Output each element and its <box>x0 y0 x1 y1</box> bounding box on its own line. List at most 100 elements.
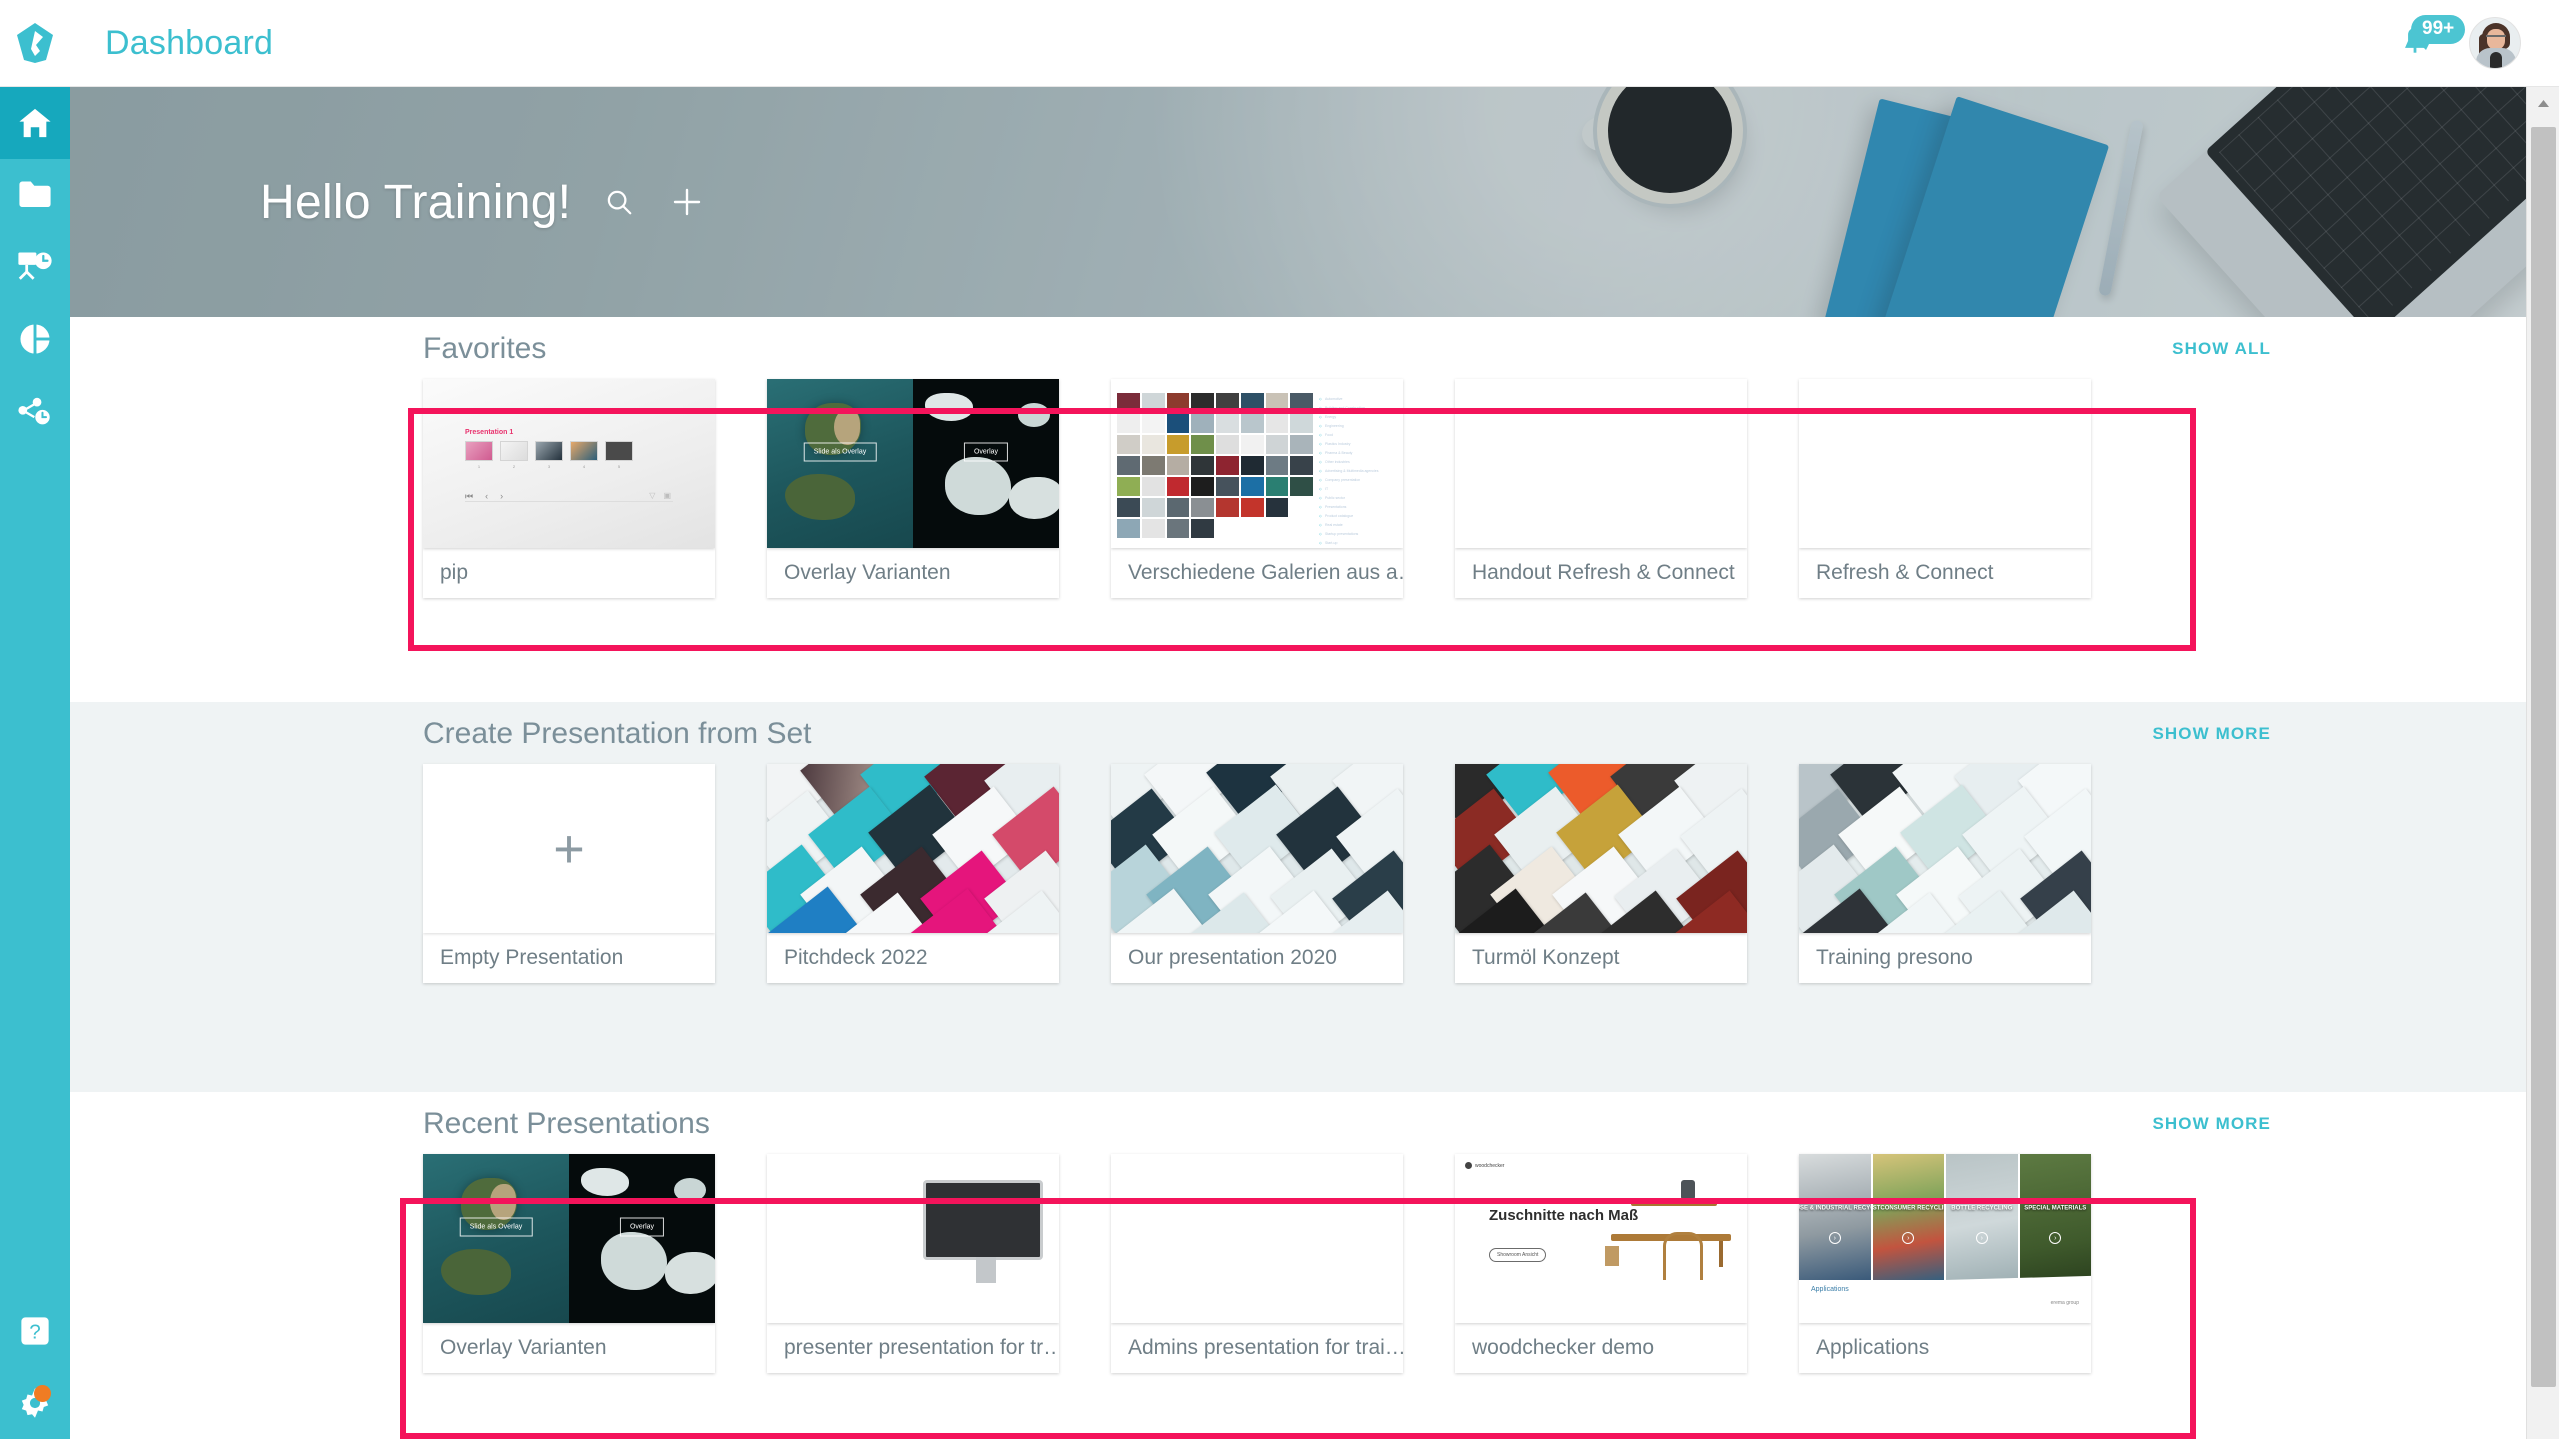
gallery-cell <box>1216 498 1239 517</box>
set-card[interactable]: Training presono <box>1799 764 2091 983</box>
presentation-card[interactable]: Slide als Overlay Overlay Overlay Varian… <box>767 379 1059 598</box>
gallery-cell <box>1290 498 1313 517</box>
app-logo[interactable] <box>0 22 70 64</box>
gallery-category-list: Automotive Building and Construction Ene… <box>1319 397 1397 548</box>
chair <box>1663 1232 1703 1280</box>
ice-shape <box>1018 402 1051 427</box>
presentation-card[interactable]: Slide als Overlay Overlay Overlay Varian… <box>423 1154 715 1373</box>
presentation-card[interactable]: woodchecker Zuschnitte nach Maß Showroom… <box>1455 1154 1747 1373</box>
ice-shape <box>674 1177 707 1202</box>
gallery-category: Automotive <box>1319 397 1397 401</box>
sidebar-item-shared[interactable] <box>0 375 70 447</box>
fullscreen-icon: ▣ <box>663 491 671 500</box>
presentation-clock-icon <box>18 252 52 280</box>
presentation-card[interactable]: presono Refresh & Connect Day Part 1 Han… <box>1455 379 1747 598</box>
hero-add-button[interactable] <box>667 182 707 222</box>
section-favorites: Favorites SHOW ALL Presentation 1 1 2 3 … <box>70 317 2526 702</box>
pip-slide <box>605 441 633 461</box>
set-card[interactable]: Pitchdeck 2022 <box>767 764 1059 983</box>
application-strip: POSTCONSUMER RECYCLING › <box>1872 1154 1945 1280</box>
strip-caption: INHOUSE & INDUSTRIAL RECYCLING <box>1799 1205 1871 1212</box>
card-label: Overlay Varianten <box>767 548 1059 598</box>
gallery-category: Company presentation <box>1319 478 1397 482</box>
card-label: Overlay Varianten <box>423 1323 715 1373</box>
sidebar-item-files[interactable] <box>0 159 70 231</box>
gallery-cell <box>1290 456 1313 475</box>
gallery-cell <box>1117 477 1140 496</box>
gallery-cell <box>1141 393 1165 412</box>
svg-text:?: ? <box>29 1321 40 1344</box>
sidebar-item-help[interactable]: ? <box>0 1295 70 1367</box>
card-label: Refresh & Connect <box>1799 548 2091 598</box>
card-thumbnail: our showcases ◇ Automotive ◇ Building an… <box>1111 379 1403 548</box>
presentation-card[interactable]: INHOUSE & INDUSTRIAL RECYCLING › POSTCON… <box>1799 1154 2091 1373</box>
card-label: presenter presentation for tr… <box>767 1323 1059 1373</box>
gallery-category: Engineering <box>1319 424 1397 428</box>
gallery-cell <box>1290 393 1313 412</box>
chevron-right-icon: › <box>1975 1232 1988 1245</box>
topbar-actions: 99+ <box>2391 15 2559 69</box>
gallery-cell <box>1117 435 1140 454</box>
slide-button: Showroom Ansicht <box>1489 1248 1547 1262</box>
gallery-cell <box>1290 477 1313 496</box>
pip-player-tools: ▽ ▣ <box>649 491 671 500</box>
notifications-button[interactable]: 99+ <box>2391 15 2466 67</box>
presentation-card[interactable]: How the next generation of presentation … <box>1111 1154 1403 1373</box>
sidebar-item-home[interactable] <box>0 87 70 159</box>
scrollbar-up-button[interactable] <box>2527 87 2559 120</box>
favorites-show-all-link[interactable]: SHOW ALL <box>2172 339 2271 359</box>
plus-icon <box>674 188 701 216</box>
recent-title: Recent Presentations <box>423 1107 710 1140</box>
card-label: woodchecker demo <box>1455 1323 1747 1373</box>
gallery-cell <box>1240 498 1264 517</box>
gallery-cell <box>1240 414 1264 433</box>
pip-slide-number: 4 <box>582 464 586 469</box>
scrollbar-thumb[interactable] <box>2531 127 2556 1387</box>
sidebar-item-settings[interactable] <box>0 1367 70 1439</box>
card-label: Verschiedene Galerien aus a… <box>1111 548 1403 598</box>
gallery-cell <box>1216 456 1239 475</box>
sidebar-item-presentations[interactable] <box>0 231 70 303</box>
brand-mark <box>1465 1162 1472 1169</box>
gallery-cell <box>1117 519 1140 538</box>
sidebar-item-analytics[interactable] <box>0 303 70 375</box>
gallery-category: Startup presentations <box>1319 532 1397 536</box>
recent-show-more-link[interactable]: SHOW MORE <box>2152 1114 2271 1134</box>
gallery-logo: our showcases <box>1361 384 1395 390</box>
card-thumbnail: presono Refresh & Connect Day Part 1 <box>1455 379 1747 548</box>
hero-search-button[interactable] <box>599 182 639 222</box>
ice-shape <box>945 456 1012 515</box>
pip-slide <box>535 441 563 461</box>
ice-shape <box>924 392 973 421</box>
gallery-cell <box>1141 477 1165 496</box>
presentation-card[interactable]: Presentation 1 1 2 3 4 5 ⏮ ‹ › ▽ ▣ pip <box>423 379 715 598</box>
strip-caption: POSTCONSUMER RECYCLING <box>1872 1205 1945 1212</box>
overlay-tag: Slide als Overlay <box>803 442 877 462</box>
set-card[interactable]: Turmöl Konzept <box>1455 764 1747 983</box>
greeting-title: Hello Training! <box>260 175 572 229</box>
gallery-cell <box>1141 519 1165 538</box>
page-scrollbar[interactable] <box>2526 87 2559 1439</box>
divider <box>1205 1190 1206 1274</box>
gallery-category: Pharma & Beauty <box>1319 451 1397 455</box>
gallery-cell <box>1240 393 1264 412</box>
avatar[interactable] <box>2469 17 2521 69</box>
set-card[interactable]: Our presentation 2020 <box>1111 764 1403 983</box>
home-icon <box>19 108 51 138</box>
waste-bin <box>1605 1246 1619 1266</box>
desk-leg <box>1719 1241 1723 1267</box>
ice-photo-half: Overlay <box>913 379 1059 548</box>
sets-show-more-link[interactable]: SHOW MORE <box>2152 724 2271 744</box>
presentation-card[interactable]: How the next generation of presentation … <box>767 1154 1059 1373</box>
card-thumbnail: + <box>423 764 715 933</box>
pip-slide-strip <box>465 441 633 461</box>
gallery-category: Energy <box>1319 415 1397 419</box>
overlay-tag: Overlay <box>963 442 1009 462</box>
presentation-card[interactable]: presono Refresh & Connect Day Part 1 Ref… <box>1799 379 2091 598</box>
presentation-card[interactable]: our showcases ◇ Automotive ◇ Building an… <box>1111 379 1403 598</box>
avatar-glasses <box>2486 35 2506 41</box>
presono-logo-icon <box>17 23 53 63</box>
sets-card-row: + Empty Presentation Pitchdeck 2022 Our … <box>423 764 2091 983</box>
empty-presentation-card[interactable]: + Empty Presentation <box>423 764 715 983</box>
gallery-cell <box>1117 393 1140 412</box>
